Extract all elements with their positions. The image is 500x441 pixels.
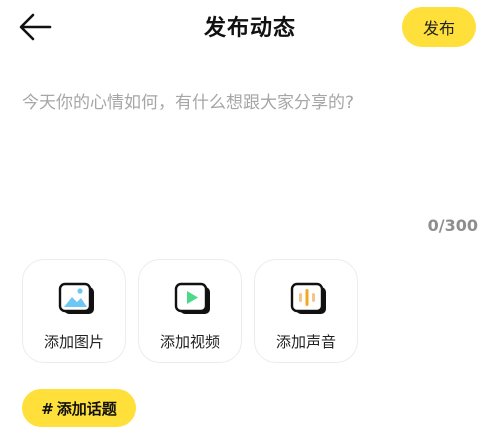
video-play-icon — [174, 282, 210, 314]
add-audio-label: 添加声音 — [275, 333, 336, 351]
add-topic-button[interactable]: # 添加话题 — [22, 389, 136, 427]
publish-button[interactable]: 发布 — [402, 7, 476, 47]
add-audio-button[interactable]: 添加声音 — [254, 259, 358, 363]
image-icon — [58, 282, 94, 314]
add-video-button[interactable]: 添加视频 — [138, 259, 242, 363]
add-image-button[interactable]: 添加图片 — [22, 259, 126, 363]
add-video-label: 添加视频 — [159, 333, 220, 351]
add-image-label: 添加图片 — [43, 333, 104, 351]
audio-wave-icon — [290, 282, 326, 314]
add-topic-label: 添加话题 — [56, 399, 117, 418]
char-counter: 0/300 — [427, 216, 478, 235]
header-bar: 发布动态 发布 — [0, 0, 500, 56]
hash-icon: # — [41, 399, 54, 418]
post-content-input[interactable] — [22, 86, 478, 206]
